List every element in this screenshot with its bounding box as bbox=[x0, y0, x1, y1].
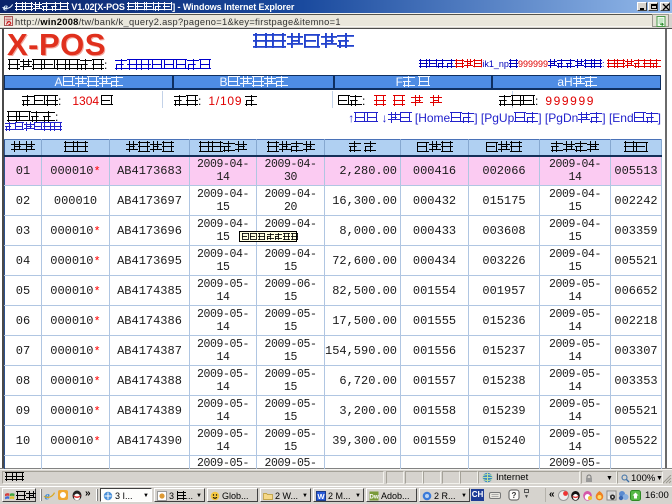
svg-text:e: e bbox=[45, 489, 51, 501]
svg-text:?: ? bbox=[512, 491, 517, 500]
svg-text:e: e bbox=[3, 2, 8, 13]
svg-text:W: W bbox=[317, 492, 325, 501]
svg-text:Dw: Dw bbox=[370, 495, 379, 501]
